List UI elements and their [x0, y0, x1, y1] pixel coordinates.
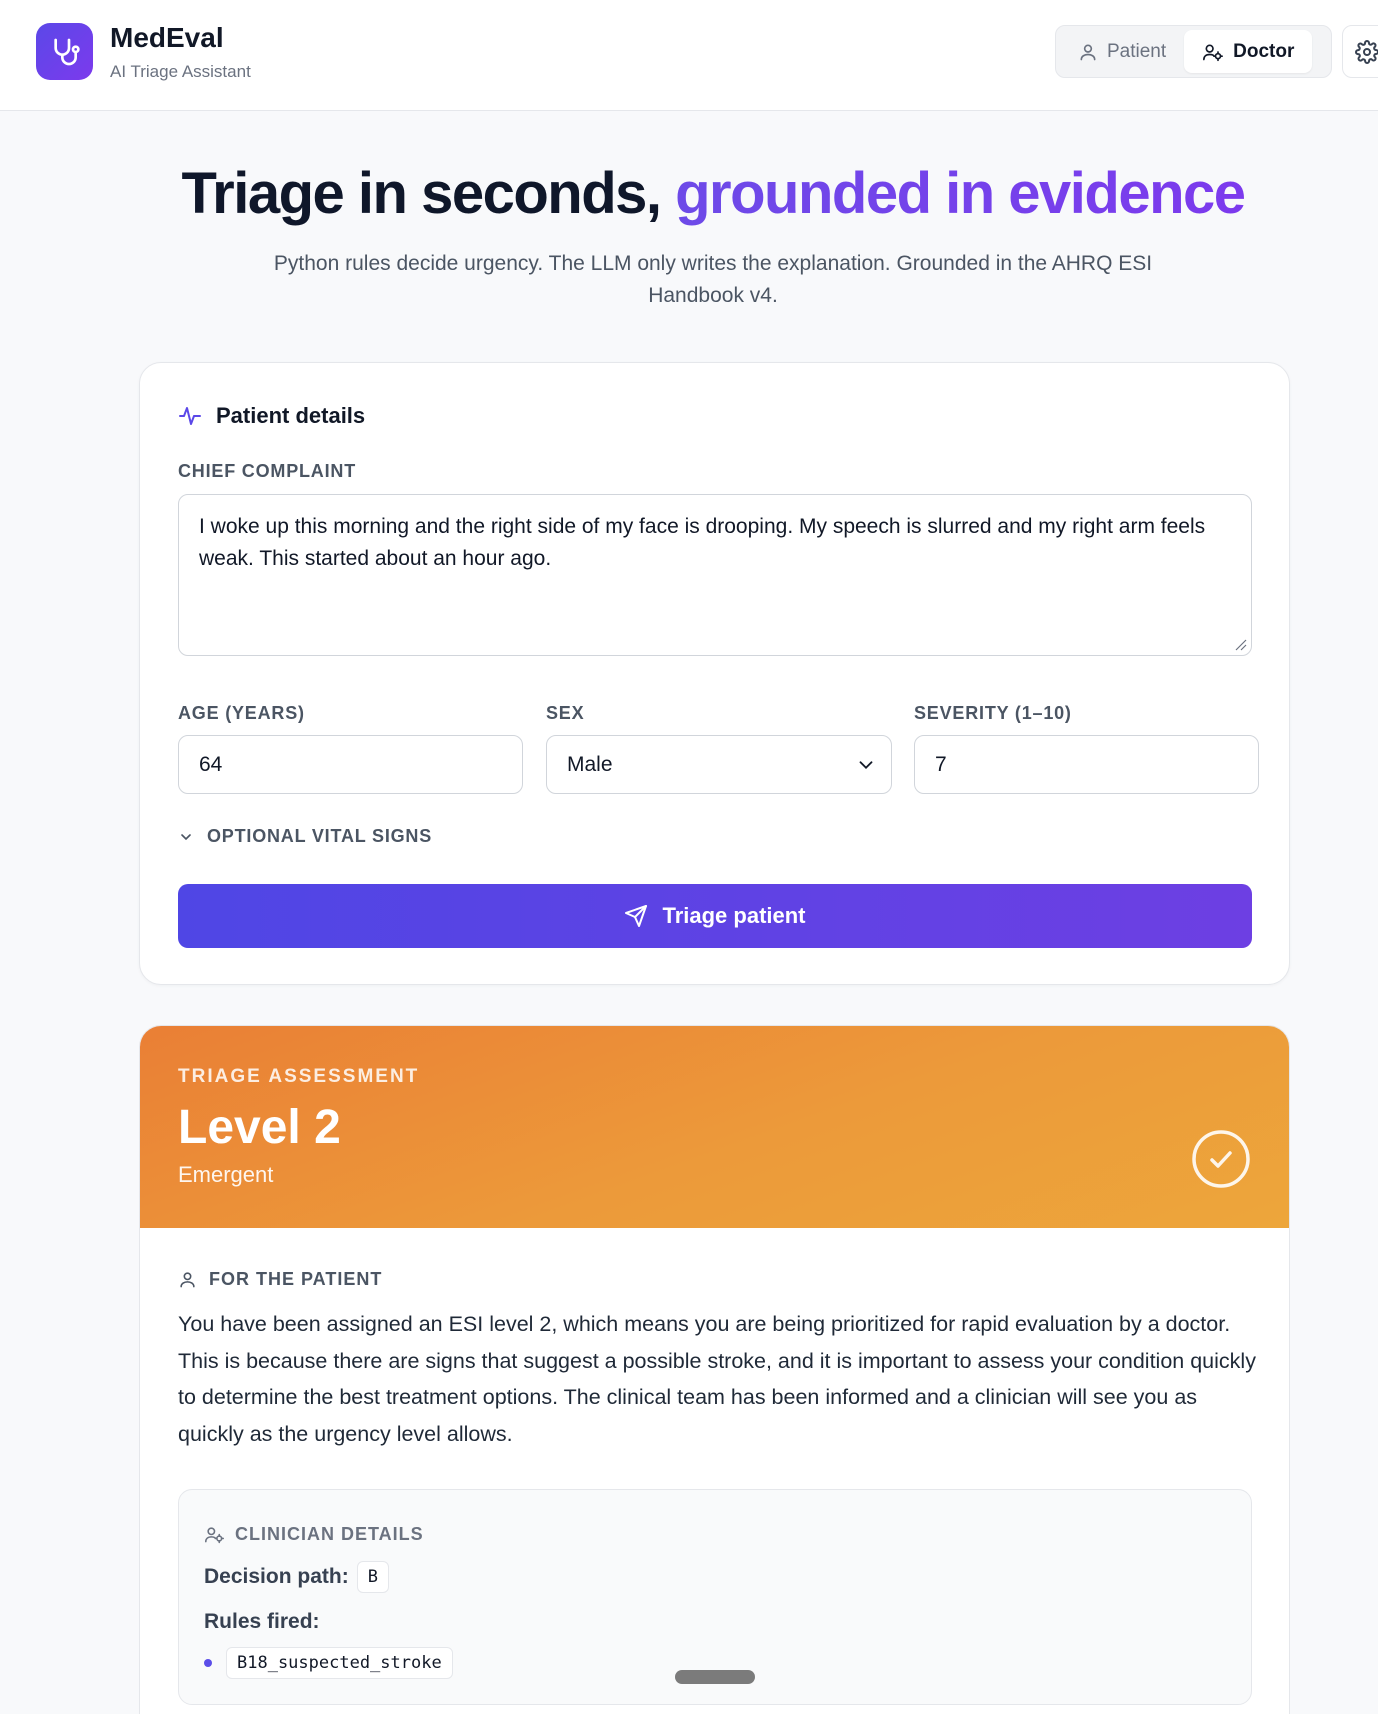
app-logo [36, 23, 93, 80]
rule-fired-code: B18_suspected_stroke [226, 1647, 453, 1679]
triage-level-banner: TRIAGE ASSESSMENT Level 2 Emergent [140, 1026, 1289, 1228]
optional-vitals-toggle[interactable]: OPTIONAL VITAL SIGNS [178, 826, 432, 847]
hero-subtitle: Python rules decide urgency. The LLM onl… [273, 252, 1153, 307]
sex-select[interactable]: Male [546, 735, 892, 794]
decision-path-label: Decision path: [204, 1565, 349, 1588]
optional-vitals-label: OPTIONAL VITAL SIGNS [207, 826, 433, 846]
send-icon [625, 905, 648, 927]
age-input[interactable]: 64 [178, 735, 523, 794]
list-item: B18_suspected_stroke [204, 1647, 453, 1679]
severity-label: SEVERITY (1–10) [914, 703, 1072, 723]
for-the-patient-label: FOR THE PATIENT [209, 1269, 383, 1289]
sex-value: Male [567, 752, 613, 776]
mode-patient-button[interactable]: Patient [1060, 30, 1184, 73]
triage-result-card: TRIAGE ASSESSMENT Level 2 Emergent FOR T… [139, 1025, 1290, 1714]
mode-patient-label: Patient [1107, 40, 1167, 62]
bullet [204, 1659, 212, 1667]
check-circle-icon [1192, 1130, 1250, 1188]
app-header: MedEval AI Triage Assistant Patient Doct… [0, 0, 1378, 111]
patient-details-heading: Patient details [178, 403, 365, 429]
stethoscope-icon [53, 38, 80, 65]
hero-title-accent: grounded in evidence [675, 161, 1246, 226]
patient-details-title: Patient details [216, 403, 366, 428]
brand-subtitle: AI Triage Assistant [110, 62, 251, 81]
gear-icon [1355, 39, 1378, 64]
brand-title: MedEval [110, 22, 224, 53]
triage-patient-label: Triage patient [662, 903, 806, 928]
triage-patient-button[interactable]: Triage patient [178, 884, 1252, 948]
user-cog-icon [205, 1527, 224, 1544]
chief-complaint-textarea[interactable]: I woke up this morning and the right sid… [178, 494, 1252, 656]
for-the-patient-heading: FOR THE PATIENT [178, 1269, 382, 1290]
triage-assessment-kicker: TRIAGE ASSESSMENT [178, 1066, 420, 1087]
patient-details-card: Patient details CHIEF COMPLAINT I woke u… [139, 362, 1290, 985]
chevron-down-icon [859, 761, 873, 770]
mode-doctor-button[interactable]: Doctor [1184, 30, 1313, 73]
user-cog-icon [1203, 44, 1224, 61]
resize-grip-icon[interactable] [1233, 637, 1247, 651]
user-icon [1080, 44, 1096, 60]
mode-switch: Patient Doctor [1055, 25, 1332, 78]
mode-doctor-label: Doctor [1233, 40, 1295, 62]
age-value: 64 [199, 752, 223, 776]
chevron-down-icon [181, 833, 191, 840]
settings-button[interactable] [1342, 25, 1378, 78]
clinician-details-label: CLINICIAN DETAILS [235, 1524, 424, 1544]
decision-path-value: B [356, 1561, 389, 1593]
decision-path-row: Decision path: B [204, 1561, 389, 1593]
triage-level-description: Emergent [178, 1162, 274, 1187]
hero-title: Triage in seconds, grounded in evidence [0, 160, 1378, 227]
age-label: AGE (YEARS) [178, 703, 305, 723]
severity-input[interactable]: 7 [914, 735, 1259, 794]
patient-explanation: You have been assigned an ESI level 2, w… [178, 1312, 1256, 1446]
user-icon [180, 1272, 195, 1288]
chief-complaint-value: I woke up this morning and the right sid… [199, 515, 1206, 570]
activity-pulse-icon [179, 407, 201, 425]
sex-label: SEX [546, 703, 585, 723]
severity-value: 7 [935, 752, 947, 776]
hero-title-plain: Triage in seconds, [181, 161, 676, 226]
chief-complaint-label: CHIEF COMPLAINT [178, 461, 356, 481]
clinician-details-heading: CLINICIAN DETAILS [204, 1524, 424, 1545]
scroll-indicator[interactable] [675, 1670, 755, 1684]
rules-fired-row: Rules fired: [204, 1610, 320, 1634]
triage-level: Level 2 [178, 1101, 341, 1154]
rules-fired-label: Rules fired: [204, 1610, 320, 1633]
